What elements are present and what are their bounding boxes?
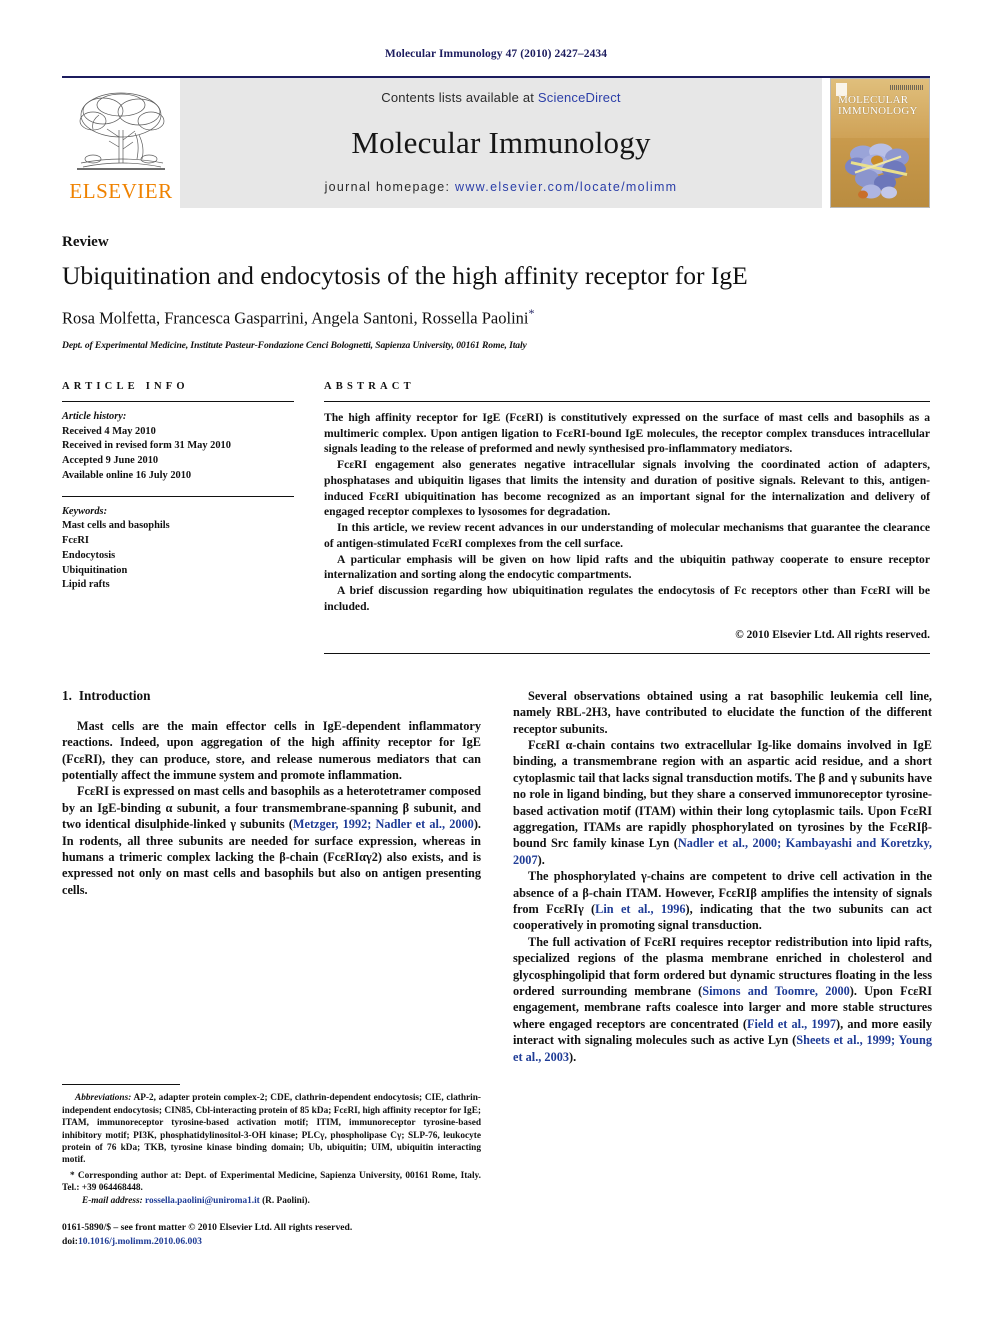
abstract-column: ABSTRACT The high affinity receptor for … bbox=[324, 381, 930, 654]
history-item: Received 4 May 2010 bbox=[62, 425, 156, 437]
article-header: Review Ubiquitination and endocytosis of… bbox=[62, 234, 930, 351]
cover-title-line2: IMMUNOLOGY bbox=[838, 105, 918, 117]
elsevier-wordmark: ELSEVIER bbox=[69, 179, 173, 203]
abstract-bottom-rule bbox=[324, 652, 930, 654]
keyword-item: Lipid rafts bbox=[62, 579, 110, 591]
footnotes-block: Abbreviations: AP-2, adapter protein com… bbox=[62, 1084, 481, 1248]
abstract-heading: ABSTRACT bbox=[324, 380, 415, 392]
doi-label: doi: bbox=[62, 1235, 78, 1247]
page-title: Ubiquitination and endocytosis of the hi… bbox=[62, 261, 748, 290]
corresponding-text: Corresponding author at: Dept. of Experi… bbox=[62, 1170, 481, 1194]
abbreviations-footnote: Abbreviations: AP-2, adapter protein com… bbox=[62, 1092, 481, 1167]
citation-link[interactable]: Sheets et al., 1999; Young et al., 2003 bbox=[513, 1033, 932, 1063]
abstract-paragraph: A particular emphasis will be given on h… bbox=[324, 552, 930, 582]
section-number: 1. bbox=[62, 687, 72, 703]
corresponding-author-marker: * bbox=[528, 306, 535, 321]
corresponding-author-footnote: * Corresponding author at: Dept. of Expe… bbox=[62, 1170, 481, 1195]
body-paragraph: Several observations obtained using a ra… bbox=[513, 688, 932, 736]
citation-link[interactable]: Lin et al., 1996 bbox=[595, 902, 685, 916]
info-abstract-block: ARTICLE INFO Article history: Received 4… bbox=[62, 381, 930, 654]
abstract-paragraph: A brief discussion regarding how ubiquit… bbox=[324, 584, 930, 613]
citation-link[interactable]: Metzger, 1992; Nadler et al., 2000 bbox=[293, 817, 474, 831]
article-info-heading: ARTICLE INFO bbox=[62, 380, 189, 392]
homepage-link[interactable]: www.elsevier.com/locate/molimm bbox=[455, 180, 677, 194]
citation-link[interactable]: Nadler et al., 2000; Kambayashi and Kore… bbox=[513, 836, 932, 866]
keywords-label: Keywords: bbox=[62, 505, 108, 517]
issn-line: 0161-5890/$ – see front matter © 2010 El… bbox=[62, 1222, 353, 1234]
author-names: Rosa Molfetta, Francesca Gasparrini, Ang… bbox=[62, 308, 529, 328]
running-head: Molecular Immunology 47 (2010) 2427–2434 bbox=[384, 48, 608, 60]
cover-protein-structure-image bbox=[845, 143, 909, 199]
copyright-line: © 2010 Elsevier Ltd. All rights reserved… bbox=[735, 628, 930, 641]
keyword-item: Ubiquitination bbox=[62, 564, 128, 576]
article-type: Review bbox=[62, 234, 109, 250]
journal-cover-thumbnail[interactable]: MOLECULAR IMMUNOLOGY bbox=[830, 78, 930, 208]
body-paragraph: Mast cells are the main effector cells i… bbox=[62, 718, 481, 782]
abbreviations-label: Abbreviations: bbox=[75, 1093, 132, 1104]
issn-block: 0161-5890/$ – see front matter © 2010 El… bbox=[62, 1221, 481, 1247]
elsevier-tree-icon bbox=[77, 92, 165, 170]
cover-title: MOLECULAR IMMUNOLOGY bbox=[838, 95, 925, 117]
body-paragraph: The phosphorylated γ-chains are competen… bbox=[513, 869, 932, 933]
section-heading-introduction: 1. Introduction bbox=[62, 688, 481, 704]
footnote-rule bbox=[62, 1084, 180, 1086]
sciencedirect-link[interactable]: ScienceDirect bbox=[538, 90, 621, 105]
email-suffix: (R. Paolini). bbox=[259, 1195, 310, 1206]
body-right-column: Several observations obtained using a ra… bbox=[513, 688, 932, 1248]
body-paragraph: FcεRI α-chain contains two extracellular… bbox=[513, 737, 932, 867]
article-history-label: Article history: bbox=[62, 410, 127, 422]
abstract-rule bbox=[324, 400, 930, 402]
homepage-line: journal homepage: www.elsevier.com/locat… bbox=[325, 180, 678, 194]
cover-barcode-icon bbox=[890, 85, 924, 90]
author-list: Rosa Molfetta, Francesca Gasparrini, Ang… bbox=[62, 306, 930, 329]
journal-banner: Contents lists available at ScienceDirec… bbox=[180, 78, 822, 208]
body-left-column: 1. Introduction Mast cells are the main e… bbox=[62, 688, 481, 1248]
keyword-item: Mast cells and basophils bbox=[62, 520, 170, 532]
abstract-paragraph: The high affinity receptor for IgE (FcεR… bbox=[324, 410, 930, 456]
body-paragraph: The full activation of FcεRI requires re… bbox=[513, 934, 933, 1064]
doi-line: doi:10.1016/j.molimm.2010.06.003 bbox=[62, 1235, 481, 1248]
abstract-paragraph: FcεRI engagement also generates negative… bbox=[324, 458, 930, 519]
citation-link[interactable]: Field et al., 1997 bbox=[747, 1017, 836, 1031]
journal-article-page: Molecular Immunology 47 (2010) 2427–2434 bbox=[0, 0, 992, 1323]
email-link[interactable]: rossella.paolini@uniroma1.it bbox=[145, 1196, 260, 1206]
abstract-paragraph: In this article, we review recent advanc… bbox=[324, 521, 930, 550]
keywords-rule bbox=[62, 495, 294, 497]
history-item: Received in revised form 31 May 2010 bbox=[62, 440, 231, 452]
keyword-item: Endocytosis bbox=[62, 549, 116, 561]
article-info-column: ARTICLE INFO Article history: Received 4… bbox=[62, 381, 294, 654]
abbreviations-text: AP-2, adapter protein complex-2; CDE, cl… bbox=[62, 1093, 481, 1166]
contents-line: Contents lists available at ScienceDirec… bbox=[381, 90, 620, 105]
keyword-item: FcεRI bbox=[62, 535, 89, 547]
contents-prefix: Contents lists available at bbox=[381, 90, 538, 105]
doi-link[interactable]: 10.1016/j.molimm.2010.06.003 bbox=[78, 1236, 202, 1247]
journal-title: Molecular Immunology bbox=[351, 125, 651, 160]
section-title: Introduction bbox=[78, 687, 151, 703]
email-footnote: E-mail address: rossella.paolini@uniroma… bbox=[62, 1195, 481, 1207]
journal-masthead: ELSEVIER Contents lists available at Sci… bbox=[62, 76, 930, 208]
history-item: Accepted 9 June 2010 bbox=[62, 455, 159, 467]
history-item: Available online 16 July 2010 bbox=[62, 469, 192, 481]
affiliation: Dept. of Experimental Medicine, Institut… bbox=[62, 339, 527, 351]
citation-link[interactable]: Simons and Toomre, 2000 bbox=[702, 984, 850, 998]
article-info-rule bbox=[62, 400, 294, 402]
body-paragraph: FcεRI is expressed on mast cells and bas… bbox=[62, 784, 481, 897]
email-label: E-mail address: bbox=[82, 1195, 143, 1206]
homepage-prefix: journal homepage: bbox=[324, 180, 456, 194]
body-columns: 1. Introduction Mast cells are the main e… bbox=[62, 688, 932, 1248]
elsevier-logo: ELSEVIER bbox=[62, 78, 180, 208]
